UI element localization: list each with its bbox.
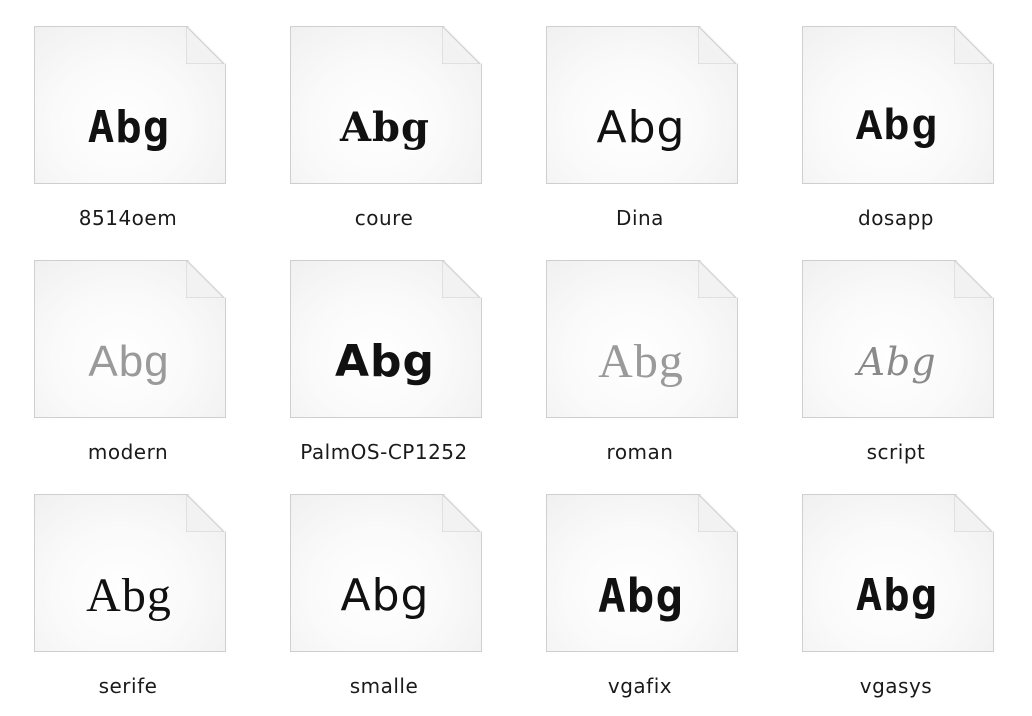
font-preview: Abg [857, 340, 937, 384]
font-preview: Abg [88, 337, 170, 386]
font-preview: Abg [855, 103, 939, 153]
font-file-item[interactable]: Abg script [796, 260, 1026, 486]
page-fold-icon [186, 494, 224, 532]
page-fold-icon [954, 260, 992, 298]
page-fold-icon [186, 26, 224, 64]
page-fold-icon [698, 494, 736, 532]
font-file-item[interactable]: Abg vgasys [796, 494, 1026, 716]
font-preview: Abg [597, 569, 685, 623]
file-name-label: Dina [616, 206, 664, 230]
font-file-item[interactable]: Abg coure [284, 26, 514, 252]
font-file-item[interactable]: Abg dosapp [796, 26, 1026, 252]
file-name-label: coure [354, 206, 414, 230]
page-fold-icon [698, 260, 736, 298]
file-name-label: 8514oem [78, 206, 178, 230]
font-preview: Abg [340, 104, 430, 151]
font-preview: Abg [340, 570, 430, 621]
font-preview: Abg [86, 569, 172, 622]
file-name-label: dosapp [858, 206, 934, 230]
font-file-item[interactable]: Abg serife [28, 494, 258, 716]
font-preview: Abg [334, 336, 436, 387]
page-fold-icon [698, 26, 736, 64]
page-fold-icon [442, 26, 480, 64]
page-fold-icon [442, 494, 480, 532]
font-file-grid: Abg 8514oem Abg coure Abg Dina Abg dosap… [0, 0, 1032, 716]
file-name-label: vgafix [607, 674, 673, 698]
font-file-item[interactable]: Abg PalmOS-CP1252 [284, 260, 514, 486]
page-fold-icon [954, 494, 992, 532]
page-fold-icon [442, 260, 480, 298]
font-preview: Abg [596, 102, 686, 153]
file-name-label: vgasys [859, 674, 933, 698]
page-fold-icon [954, 26, 992, 64]
file-name-label: serife [98, 674, 158, 698]
font-file-item[interactable]: Abg modern [28, 260, 258, 486]
font-preview: Abg [87, 102, 171, 153]
file-name-label: script [866, 440, 926, 464]
file-name-label: modern [87, 440, 169, 464]
file-name-label: PalmOS-CP1252 [300, 440, 468, 464]
font-preview: Abg [855, 570, 939, 621]
font-file-item[interactable]: Abg roman [540, 260, 770, 486]
font-file-item[interactable]: Abg vgafix [540, 494, 770, 716]
page-fold-icon [186, 260, 224, 298]
font-file-item[interactable]: Abg smalle [284, 494, 514, 716]
font-preview: Abg [598, 335, 684, 388]
file-name-label: smalle [349, 674, 419, 698]
font-file-item[interactable]: Abg 8514oem [28, 26, 258, 252]
font-file-item[interactable]: Abg Dina [540, 26, 770, 252]
file-name-label: roman [606, 440, 674, 464]
